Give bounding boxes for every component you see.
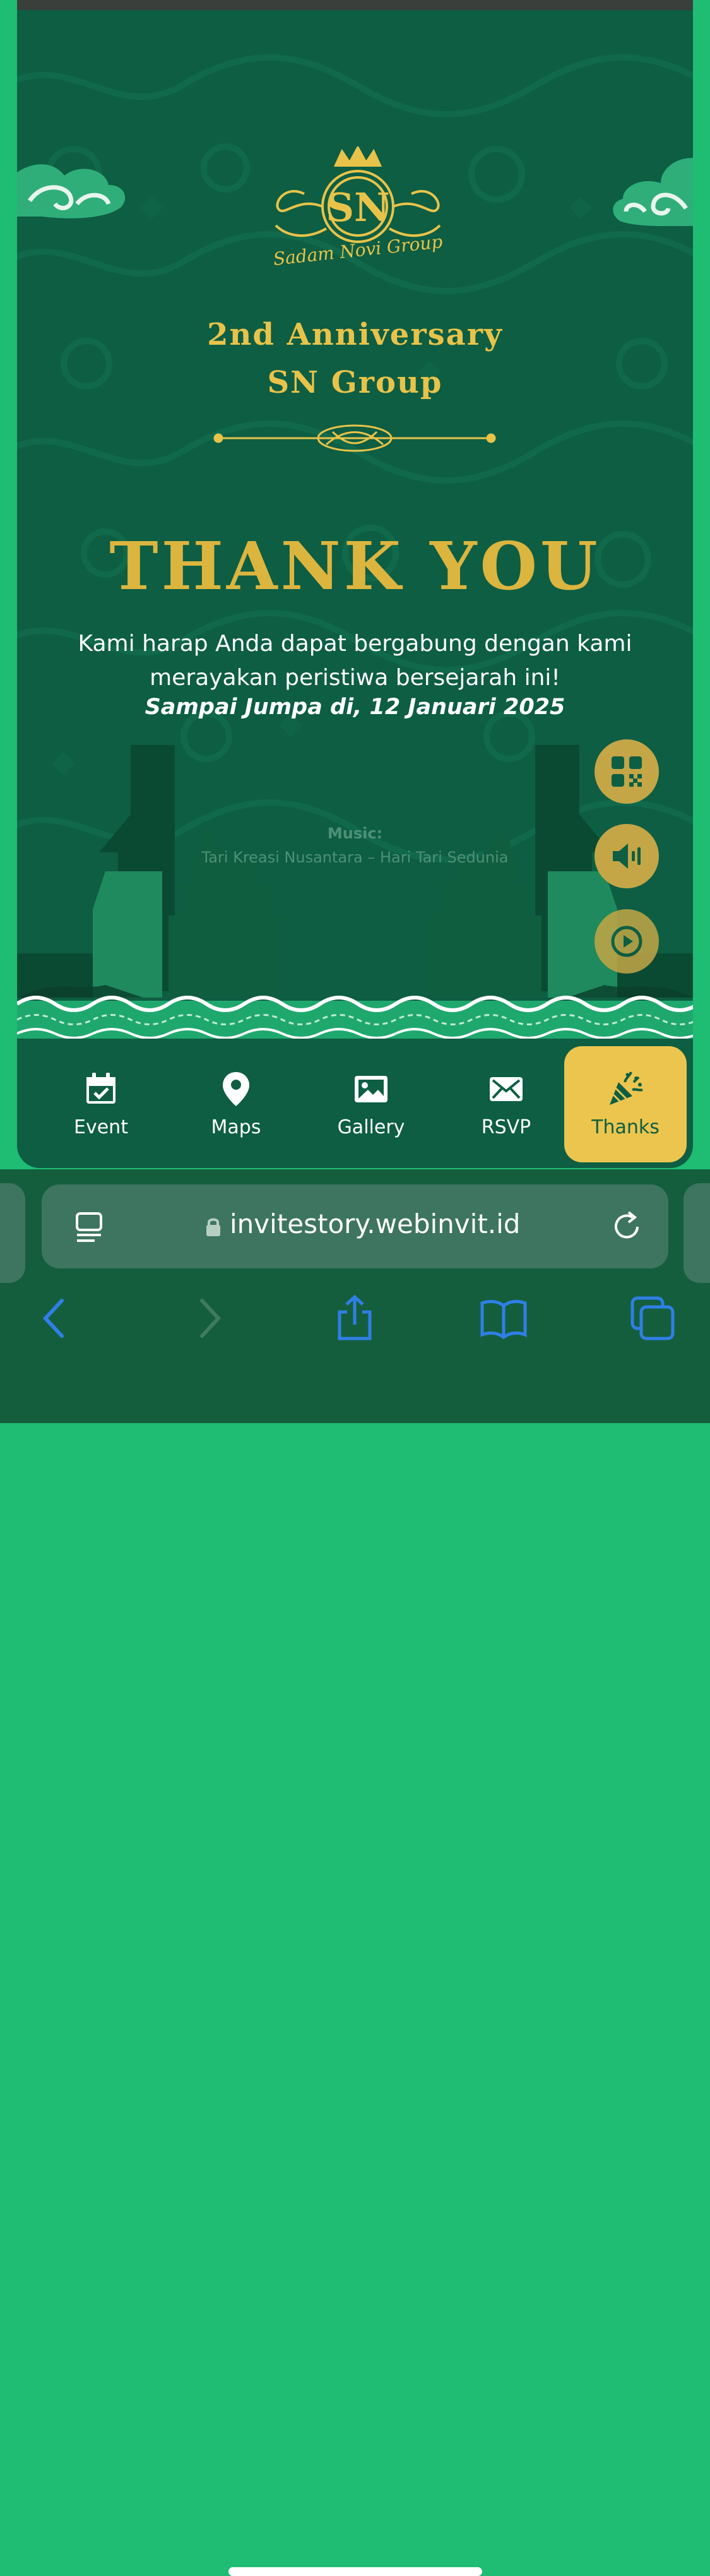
home-indicator [228, 2567, 482, 2576]
back-button[interactable] [30, 1293, 81, 1344]
cloud-ornament-right [613, 158, 693, 227]
event-title-line2: SN Group [267, 365, 443, 400]
play-music-button[interactable] [595, 909, 659, 974]
calendar-check-icon [86, 1072, 115, 1104]
invitation-message: Kami harap Anda dapat bergabung dengan k… [78, 631, 632, 691]
chevron-right-icon [200, 1299, 222, 1338]
bottom-navigation: Event Maps Gallery RSVP Thanks [17, 1039, 693, 1168]
nav-label-event: Event [74, 1116, 128, 1138]
nav-label-maps: Maps [211, 1116, 261, 1138]
lock-icon [206, 1218, 220, 1236]
play-icon [611, 926, 642, 957]
envelope-icon [490, 1076, 523, 1101]
nav-item-rsvp[interactable]: RSVP [445, 1046, 567, 1162]
next-tab-peek[interactable] [683, 1183, 710, 1283]
party-popper-icon [610, 1071, 643, 1105]
nav-item-gallery[interactable]: Gallery [310, 1046, 432, 1162]
tabs-button[interactable] [627, 1293, 678, 1344]
speaker-icon [613, 844, 641, 869]
top-ornament-strip [17, 0, 693, 10]
bookmarks-button[interactable] [478, 1293, 529, 1344]
reload-icon[interactable] [610, 1210, 644, 1244]
share-icon [338, 1294, 372, 1340]
nav-item-thanks[interactable]: Thanks [564, 1046, 687, 1162]
chevron-left-icon [42, 1299, 64, 1338]
nav-item-event[interactable]: Event [40, 1046, 162, 1162]
previous-tab-peek[interactable] [0, 1183, 25, 1283]
url-text[interactable]: invitestory.webinvit.id [230, 1208, 520, 1239]
nav-label-gallery: Gallery [337, 1116, 405, 1138]
svg-text:SN: SN [326, 184, 389, 230]
thank-you-heading: THANK YOU [109, 527, 601, 605]
nav-label-rsvp: RSVP [481, 1116, 531, 1138]
map-pin-icon [223, 1071, 249, 1106]
sn-group-logo: SN Sadam Novi Group [266, 145, 449, 273]
tabs-icon [630, 1296, 675, 1340]
address-bar[interactable]: invitestory.webinvit.id [42, 1184, 668, 1268]
qr-code-icon [612, 756, 642, 787]
image-icon [355, 1075, 388, 1102]
qr-code-button[interactable] [595, 739, 659, 804]
nav-label-thanks: Thanks [591, 1116, 660, 1138]
browser-chrome: invitestory.webinvit.id [0, 1169, 710, 2576]
nav-item-maps[interactable]: Maps [175, 1046, 297, 1162]
music-title: Tari Kreasi Nusantara – Hari Tari Seduni… [201, 849, 509, 866]
share-button[interactable] [329, 1293, 380, 1344]
ornamental-divider [213, 424, 496, 452]
event-title-line1: 2nd Anniversary [207, 317, 503, 352]
forward-button[interactable] [183, 1293, 234, 1344]
book-icon [480, 1299, 527, 1340]
cloud-ornament-left [17, 164, 126, 218]
invitation-card: SN Sadam Novi Group 2nd Anniversary SN G… [17, 0, 693, 1168]
page-menu-icon[interactable] [72, 1210, 107, 1245]
wave-ornament [17, 996, 693, 1039]
music-label: Music: [327, 825, 383, 842]
event-date-line: Sampai Jumpa di, 12 Januari 2025 [145, 695, 565, 720]
sound-toggle-button[interactable] [595, 824, 659, 888]
